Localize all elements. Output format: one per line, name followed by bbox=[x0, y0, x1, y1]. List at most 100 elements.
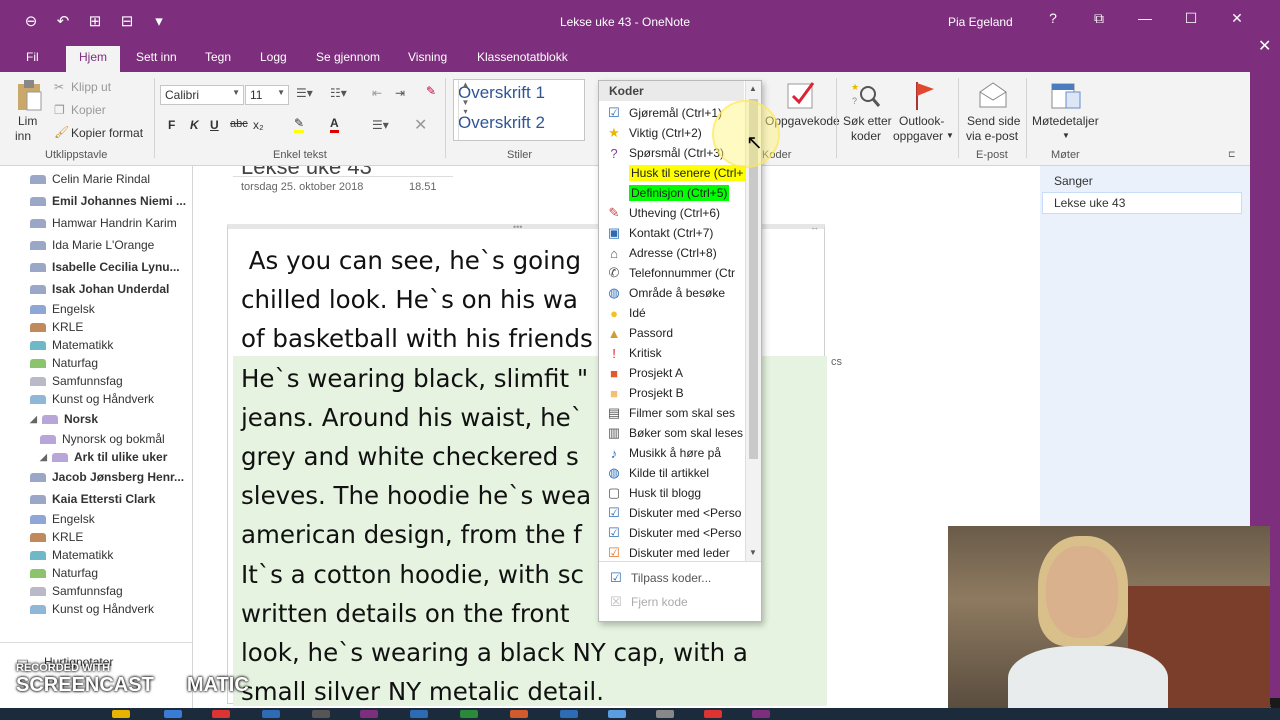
maximize-button[interactable]: ☐ bbox=[1168, 10, 1214, 27]
tab-class-notebook[interactable]: Klassenotatblokk bbox=[477, 50, 568, 64]
container-move-handle[interactable]: ••• bbox=[513, 222, 522, 232]
section-item[interactable]: ◢ Ark til ulike uker bbox=[40, 450, 167, 464]
page-item-sanger[interactable]: Sanger bbox=[1054, 174, 1093, 188]
meeting-details-icon[interactable] bbox=[1050, 78, 1082, 112]
underline-button[interactable]: U bbox=[210, 118, 219, 132]
tag-item[interactable]: ■ Prosjekt B bbox=[599, 383, 745, 403]
font-name-select[interactable]: Calibri ▼ bbox=[160, 85, 244, 105]
bold-button[interactable]: F bbox=[168, 118, 175, 132]
tag-item[interactable]: ▥ Bøker som skal leses bbox=[599, 423, 745, 443]
copy-icon[interactable]: ❐ bbox=[54, 103, 65, 117]
tab-file[interactable]: Fil bbox=[26, 50, 39, 64]
paste-label-2[interactable]: inn bbox=[15, 129, 31, 143]
collapse-icon[interactable]: ◢ bbox=[30, 414, 42, 425]
ribbon-display-button[interactable]: ⧉ bbox=[1076, 10, 1122, 27]
find-tags-label-2[interactable]: koder bbox=[851, 129, 881, 143]
cut-button[interactable]: Klipp ut bbox=[71, 80, 111, 94]
increase-indent-icon[interactable]: ⇥ bbox=[395, 86, 405, 100]
todo-tag-icon[interactable] bbox=[786, 80, 816, 110]
section-item[interactable]: Engelsk bbox=[30, 302, 95, 316]
taskbar-app-icon[interactable] bbox=[608, 710, 626, 718]
tag-item[interactable]: ⌂ Adresse (Ctrl+8) bbox=[599, 243, 745, 263]
scroll-up-icon[interactable]: ▲ bbox=[749, 84, 757, 93]
section-item[interactable]: Isak Johan Underdal bbox=[18, 282, 169, 296]
taskbar-app-icon[interactable] bbox=[704, 710, 722, 718]
strikethrough-button[interactable]: abc bbox=[230, 118, 248, 130]
container-resize-handle[interactable]: ↔ bbox=[810, 222, 819, 232]
taskbar-app-icon[interactable] bbox=[510, 710, 528, 718]
taskbar-app-icon[interactable] bbox=[656, 710, 674, 718]
tab-review[interactable]: Se gjennom bbox=[316, 50, 380, 64]
section-item[interactable]: Matematikk bbox=[30, 338, 113, 352]
email-page-icon[interactable] bbox=[977, 80, 1009, 110]
tag-item[interactable]: ◍ Kilde til artikkel bbox=[599, 463, 745, 483]
tag-item[interactable]: ▢ Husk til blogg bbox=[599, 483, 745, 503]
collapse-icon[interactable]: ◢ bbox=[40, 452, 52, 463]
decrease-indent-icon[interactable]: ⇤ bbox=[372, 86, 382, 100]
note-text-line[interactable]: small silver NY metalic detail. bbox=[241, 672, 831, 711]
help-button[interactable]: ? bbox=[1030, 10, 1076, 27]
taskbar-onenote-icon[interactable] bbox=[360, 710, 378, 718]
section-item[interactable]: KRLE bbox=[30, 530, 83, 544]
section-item[interactable]: Celin Marie Rindal bbox=[18, 172, 150, 186]
numbering-icon[interactable]: ☷▾ bbox=[330, 86, 347, 100]
tag-item[interactable]: ☑ Diskuter med <Perso bbox=[599, 523, 745, 543]
section-item[interactable]: Emil Johannes Niemi ... bbox=[18, 194, 186, 208]
find-tags-icon[interactable]: ★? bbox=[850, 80, 882, 110]
section-item[interactable]: Nynorsk og bokmål bbox=[40, 432, 165, 446]
tab-home[interactable]: Hjem bbox=[66, 46, 121, 72]
section-item[interactable]: Engelsk bbox=[30, 512, 95, 526]
email-page-label-2[interactable]: via e-post bbox=[966, 129, 1018, 143]
taskbar-app-icon[interactable] bbox=[212, 710, 230, 718]
chevron-down-icon[interactable]: ▼ bbox=[1062, 131, 1070, 140]
close-icon[interactable]: ✕ bbox=[1258, 36, 1271, 56]
section-item[interactable]: KRLE bbox=[30, 320, 83, 334]
copy-button[interactable]: Kopier bbox=[71, 103, 106, 117]
taskbar-app-icon[interactable] bbox=[460, 710, 478, 718]
tab-view[interactable]: Visning bbox=[408, 50, 447, 64]
tag-item[interactable]: ♪ Musikk å høre på bbox=[599, 443, 745, 463]
tab-history[interactable]: Logg bbox=[260, 50, 287, 64]
delete-icon[interactable]: ✕ bbox=[414, 115, 427, 135]
tag-item[interactable]: ■ Prosjekt A bbox=[599, 363, 745, 383]
tag-item[interactable]: ▣ Kontakt (Ctrl+7) bbox=[599, 223, 745, 243]
outlook-flag-icon[interactable] bbox=[912, 80, 938, 110]
user-name[interactable]: Pia Egeland bbox=[948, 15, 1013, 29]
tag-item[interactable]: ● Idé bbox=[599, 303, 745, 323]
side-note[interactable]: cs bbox=[831, 356, 842, 368]
taskbar-app-icon[interactable] bbox=[410, 710, 428, 718]
taskbar-app-icon[interactable] bbox=[312, 710, 330, 718]
format-painter-icon[interactable]: 🖌 bbox=[54, 125, 69, 139]
note-text-line[interactable]: look, he`s wearing a black NY cap, with … bbox=[241, 633, 831, 672]
section-item[interactable]: Ida Marie L'Orange bbox=[18, 238, 154, 252]
clear-formatting-icon[interactable]: ✎ bbox=[426, 84, 436, 98]
subscript-button[interactable]: x₂ bbox=[253, 118, 264, 132]
section-item[interactable]: Kaia Ettersti Clark bbox=[18, 492, 155, 506]
chevron-down-icon[interactable]: ▼ bbox=[946, 131, 954, 140]
align-icon[interactable]: ☰▾ bbox=[372, 118, 389, 132]
taskbar-app-icon[interactable] bbox=[560, 710, 578, 718]
tab-draw[interactable]: Tegn bbox=[205, 50, 231, 64]
cut-icon[interactable]: ✂ bbox=[54, 80, 64, 94]
close-button[interactable]: ✕ bbox=[1214, 10, 1250, 27]
section-item[interactable]: Matematikk bbox=[30, 548, 113, 562]
section-item[interactable]: ◢ Norsk bbox=[30, 412, 98, 426]
styles-gallery[interactable]: Overskrift 1 Overskrift 2 ▲ ▼ ▾ bbox=[453, 79, 585, 141]
tag-item[interactable]: Husk til senere (Ctrl+ bbox=[599, 163, 745, 183]
taskbar-app-icon[interactable] bbox=[752, 710, 770, 718]
section-item[interactable]: Kunst og Håndverk bbox=[30, 392, 154, 406]
outlook-tasks-label[interactable]: Outlook- bbox=[899, 114, 944, 128]
tag-item[interactable]: ◍ Område å besøke bbox=[599, 283, 745, 303]
outlook-tasks-label-2[interactable]: oppgaver bbox=[893, 129, 943, 143]
section-item[interactable]: Naturfag bbox=[30, 356, 98, 370]
tag-item[interactable]: ! Kritisk bbox=[599, 343, 745, 363]
paste-label[interactable]: Lim bbox=[18, 114, 37, 128]
meeting-details-button[interactable]: Møtedetaljer bbox=[1032, 114, 1099, 128]
section-item[interactable]: Hamwar Handrin Karim bbox=[18, 216, 177, 230]
italic-button[interactable]: K bbox=[190, 118, 199, 132]
taskbar-explorer-icon[interactable] bbox=[112, 710, 130, 718]
section-item[interactable]: Isabelle Cecilia Lynu... bbox=[18, 260, 180, 274]
email-page-label[interactable]: Send side bbox=[967, 114, 1020, 128]
styles-scrollbar[interactable]: ▲ ▼ ▾ bbox=[458, 80, 472, 140]
tag-item[interactable]: ▲ Passord bbox=[599, 323, 745, 343]
